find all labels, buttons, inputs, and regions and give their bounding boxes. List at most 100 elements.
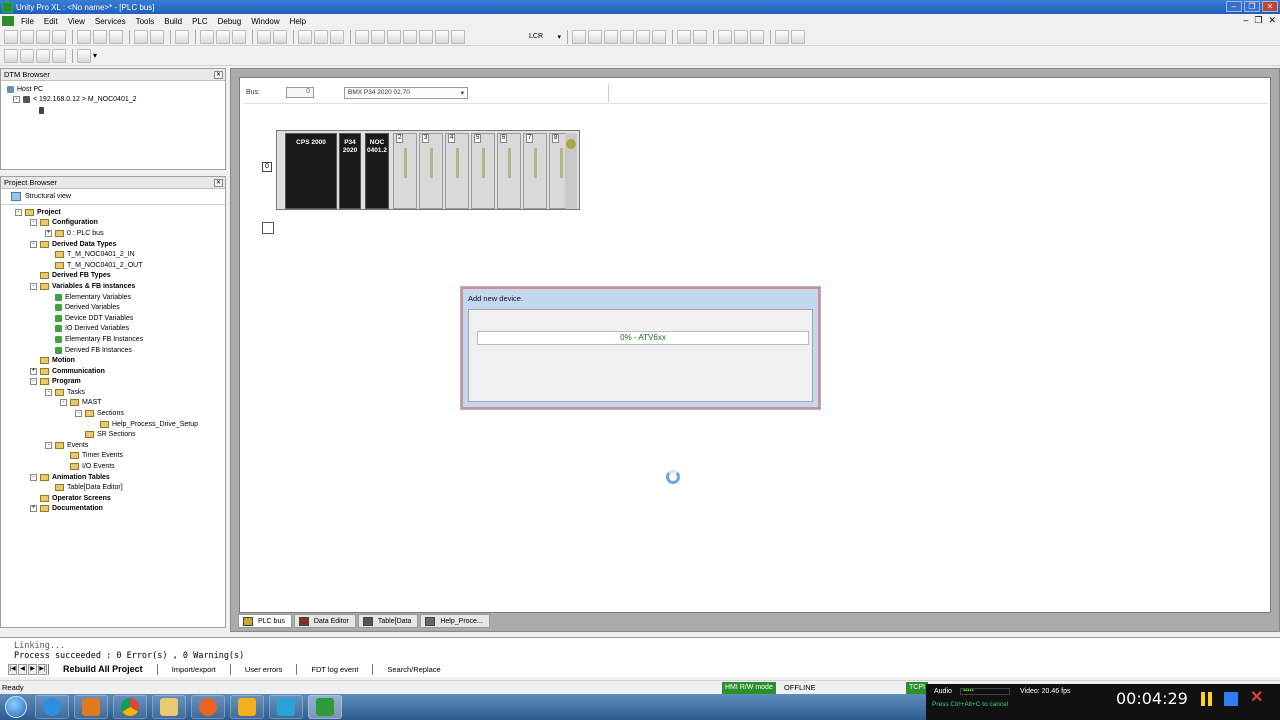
layout-icon[interactable] bbox=[36, 48, 50, 63]
init-icon[interactable] bbox=[435, 29, 449, 44]
tree-item[interactable]: Table[Data Editor] bbox=[15, 482, 225, 493]
tree-item[interactable]: Derived FB Types bbox=[15, 271, 225, 282]
first-tab-icon[interactable]: |◀ bbox=[8, 664, 17, 675]
collapse-icon[interactable]: - bbox=[45, 441, 52, 449]
expand-icon[interactable]: + bbox=[45, 229, 52, 237]
tab-plc-bus[interactable]: PLC bus bbox=[238, 614, 292, 628]
menu-help[interactable]: Help bbox=[285, 17, 311, 26]
expand-icon[interactable]: + bbox=[30, 505, 37, 513]
zoom-icon[interactable] bbox=[77, 48, 91, 63]
tree-item[interactable]: +0 : PLC bus bbox=[15, 228, 225, 239]
undo-icon[interactable] bbox=[134, 29, 148, 44]
view-icon[interactable] bbox=[355, 29, 369, 44]
prev-tab-icon[interactable]: ◀ bbox=[18, 664, 27, 675]
find-icon[interactable] bbox=[200, 29, 214, 44]
expand-icon[interactable]: + bbox=[30, 367, 37, 375]
tree-item[interactable]: - Derived Data Types bbox=[15, 239, 225, 250]
last-tab-icon[interactable]: ▶| bbox=[38, 664, 47, 675]
debug-icon[interactable] bbox=[588, 29, 602, 44]
tab-import-export[interactable]: Import/export bbox=[156, 664, 230, 675]
open-icon[interactable] bbox=[20, 29, 34, 44]
taskbar-explorer[interactable] bbox=[152, 695, 186, 719]
step-icon[interactable] bbox=[636, 29, 650, 44]
debug-icon[interactable] bbox=[572, 29, 586, 44]
binoculars-icon[interactable] bbox=[451, 29, 465, 44]
tree-item[interactable]: SR Sections bbox=[15, 429, 225, 440]
close-icon[interactable]: ✕ bbox=[214, 70, 223, 79]
pause-icon[interactable] bbox=[1200, 692, 1214, 706]
cps-module[interactable]: CPS 2000 bbox=[285, 133, 337, 209]
transfer-icon[interactable] bbox=[330, 29, 344, 44]
menu-file[interactable]: File bbox=[16, 17, 39, 26]
new-icon[interactable] bbox=[4, 29, 18, 44]
collapse-icon[interactable]: - bbox=[30, 219, 37, 227]
project-browser-icon[interactable] bbox=[4, 48, 18, 63]
rack-slot[interactable]: 3 bbox=[419, 133, 443, 209]
doc-restore-icon[interactable]: ❐ bbox=[1254, 15, 1262, 26]
add-rack-box[interactable] bbox=[262, 222, 274, 234]
view-icon[interactable] bbox=[387, 29, 401, 44]
rebuild-icon[interactable] bbox=[273, 29, 287, 44]
collapse-icon[interactable]: - bbox=[13, 96, 20, 104]
structural-view-tab[interactable]: Structural view bbox=[1, 189, 225, 205]
delete-icon[interactable] bbox=[109, 29, 123, 44]
step-icon[interactable] bbox=[620, 29, 634, 44]
taskbar-app[interactable] bbox=[269, 695, 303, 719]
rack-slot[interactable]: 6 bbox=[497, 133, 521, 209]
connect-icon[interactable] bbox=[298, 29, 312, 44]
tree-item[interactable]: Operator Screens bbox=[15, 493, 225, 504]
close-button[interactable]: ✕ bbox=[1262, 1, 1278, 12]
tree-item[interactable]: Elementary Variables bbox=[15, 292, 225, 303]
start-button[interactable] bbox=[2, 694, 30, 720]
tree-item[interactable]: - Tasks bbox=[15, 387, 225, 398]
tree-item[interactable]: - Sections bbox=[15, 408, 225, 419]
taskbar-ie[interactable] bbox=[35, 695, 69, 719]
context-help-icon[interactable] bbox=[791, 29, 805, 44]
menu-view[interactable]: View bbox=[63, 17, 90, 26]
menu-window[interactable]: Window bbox=[246, 17, 284, 26]
dtm-host-node[interactable]: Host PC bbox=[7, 84, 219, 95]
tile-icon[interactable] bbox=[734, 29, 748, 44]
save-icon[interactable] bbox=[36, 29, 50, 44]
collapse-icon[interactable]: - bbox=[30, 240, 37, 248]
tree-item[interactable]: Derived Variables bbox=[15, 302, 225, 313]
tree-item[interactable]: - Variables & FB instances bbox=[15, 281, 225, 292]
tree-item[interactable]: - Events bbox=[15, 440, 225, 451]
step-icon[interactable] bbox=[604, 29, 618, 44]
tree-item[interactable]: + Documentation bbox=[15, 504, 225, 515]
tab-search-replace[interactable]: Search/Replace bbox=[372, 664, 454, 675]
noc-module[interactable]: NOC 0401.2 bbox=[365, 133, 389, 209]
tab-table[interactable]: Table[Data bbox=[357, 614, 419, 628]
rack-slot[interactable]: 4 bbox=[445, 133, 469, 209]
taskbar-unity-pro[interactable] bbox=[308, 695, 342, 719]
menu-debug[interactable]: Debug bbox=[213, 17, 247, 26]
paste-icon[interactable] bbox=[93, 29, 107, 44]
collapse-icon[interactable]: - bbox=[30, 473, 37, 481]
taskbar-media[interactable] bbox=[74, 695, 108, 719]
rack-slot[interactable]: 2 bbox=[393, 133, 417, 209]
tree-item[interactable]: Elementary FB Instances bbox=[15, 334, 225, 345]
tab-rebuild-all[interactable]: Rebuild All Project bbox=[48, 664, 157, 675]
tree-item[interactable]: Derived FB Instances bbox=[15, 345, 225, 356]
print-icon[interactable] bbox=[52, 29, 66, 44]
menu-services[interactable]: Services bbox=[90, 17, 131, 26]
document-icon[interactable] bbox=[2, 16, 14, 26]
menu-edit[interactable]: Edit bbox=[39, 17, 63, 26]
tree-item[interactable]: + Communication bbox=[15, 366, 225, 377]
next-tab-icon[interactable]: ▶ bbox=[28, 664, 37, 675]
run-icon[interactable] bbox=[403, 29, 417, 44]
collapse-icon[interactable]: - bbox=[45, 388, 52, 396]
cascade-icon[interactable] bbox=[718, 29, 732, 44]
disconnect-icon[interactable] bbox=[314, 29, 328, 44]
tab-user-errors[interactable]: User errors bbox=[229, 664, 297, 675]
tree-item[interactable]: T_M_NOC0401_2_OUT bbox=[15, 260, 225, 271]
taskbar-outlook[interactable] bbox=[230, 695, 264, 719]
replace-icon[interactable] bbox=[216, 29, 230, 44]
analyze-icon[interactable] bbox=[175, 29, 189, 44]
collapse-icon[interactable]: - bbox=[30, 378, 37, 386]
tree-item[interactable]: I/O Events bbox=[15, 461, 225, 472]
tree-item[interactable]: - Animation Tables bbox=[15, 472, 225, 483]
redo-icon[interactable] bbox=[150, 29, 164, 44]
tab-help-process[interactable]: Help_Proce... bbox=[420, 614, 490, 628]
chevron-down-icon[interactable]: ▾ bbox=[93, 51, 97, 60]
